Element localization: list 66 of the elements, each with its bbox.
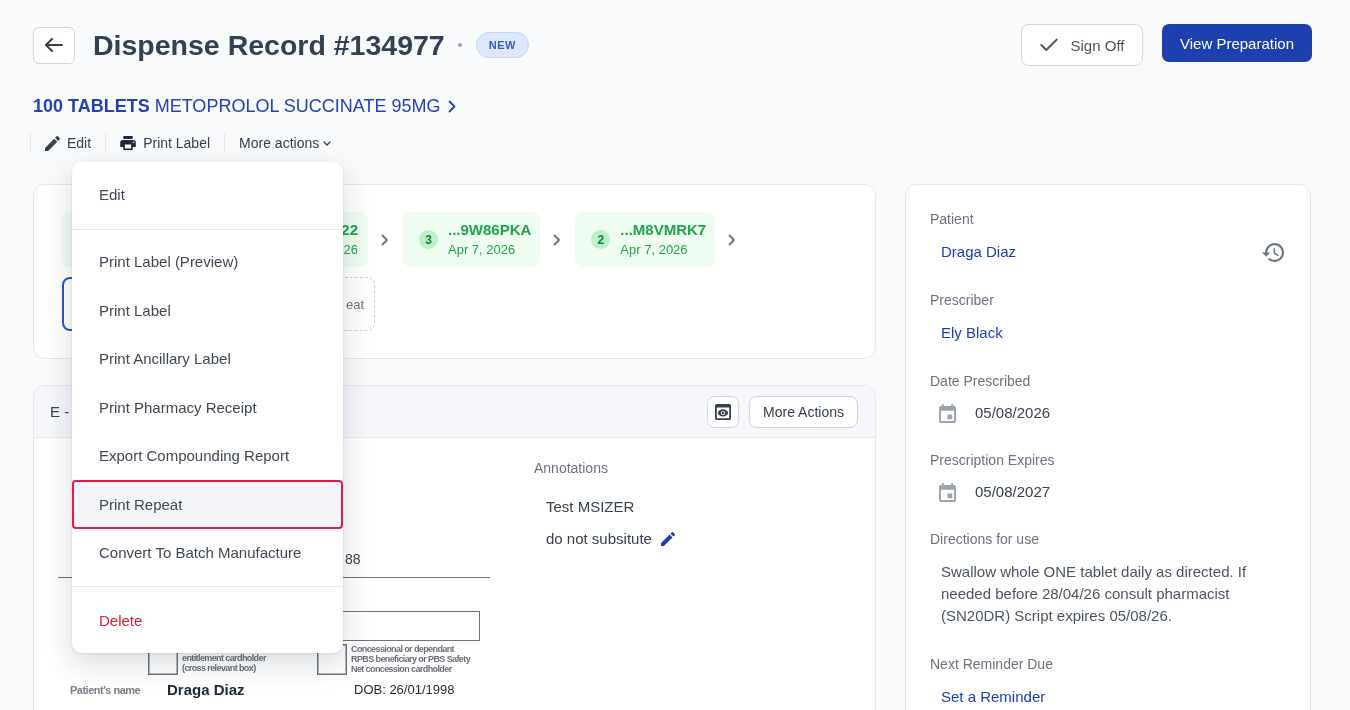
panel-title: E - xyxy=(50,403,70,420)
repeat-code: ...M8VMRK7 xyxy=(620,221,707,239)
arrow-left-icon xyxy=(45,38,63,52)
annotation-text: do not subsitute xyxy=(546,529,652,549)
detail-link[interactable]: Ely Black xyxy=(941,324,1003,341)
check-icon xyxy=(1039,38,1058,52)
printer-icon xyxy=(120,136,137,150)
step-number: 2 xyxy=(591,230,611,249)
menu-item[interactable]: Delete xyxy=(72,596,343,645)
annotations-heading: Annotations xyxy=(534,459,609,478)
chevron-right-icon xyxy=(448,99,457,113)
status-badge: NEW xyxy=(475,32,529,58)
more-actions-button[interactable]: More actions xyxy=(225,133,346,153)
field-label: Directions for use xyxy=(930,530,1040,549)
detail-date: 05/08/2026 xyxy=(975,403,1051,423)
repeat-step-card[interactable]: 2 ...M8VMRK7 Apr 7, 2026 xyxy=(575,212,716,267)
field-label: Prescriber xyxy=(930,291,995,310)
print-label-button[interactable]: Print Label xyxy=(106,133,225,153)
view-preparation-button[interactable]: View Preparation xyxy=(1162,24,1312,62)
menu-item[interactable]: Print Pharmacy Receipt xyxy=(72,383,343,432)
page-title: Dispense Record #134977 xyxy=(93,28,445,63)
repeat-date: 26 xyxy=(343,242,358,258)
field-label: Patient xyxy=(930,210,975,229)
field-label: Patient's name xyxy=(70,683,142,698)
sign-off-button[interactable]: Sign Off xyxy=(1021,24,1143,66)
more-actions-button[interactable]: More Actions xyxy=(749,395,858,428)
menu-item[interactable]: Print Label (Preview) xyxy=(72,237,343,286)
back-button[interactable] xyxy=(33,26,75,64)
checkbox-label: Concessional or dependant RPBS beneficiary or PBS Safety Net concession cardholder xyxy=(351,644,471,674)
eye-icon xyxy=(715,403,731,420)
repeat-date: Apr 7, 2026 xyxy=(620,242,689,258)
menu-item[interactable]: Convert To Batch Manufacture xyxy=(72,528,343,577)
calendar-icon xyxy=(939,482,956,502)
caret-icon xyxy=(323,140,332,146)
checkbox-label: entitlement cardholder (cross relevant box) xyxy=(182,653,268,673)
chevron-right-icon xyxy=(553,233,562,246)
field-label: Date Prescribed xyxy=(930,372,1032,391)
detail-date: 05/08/2027 xyxy=(975,482,1051,502)
step-number: 3 xyxy=(419,230,438,249)
pencil-icon xyxy=(45,135,60,151)
field-label: Prescription Expires xyxy=(930,451,1056,470)
chevron-right-icon xyxy=(381,233,389,246)
annotation-text: Test MSIZER xyxy=(546,497,635,517)
dot-icon xyxy=(457,43,462,47)
field-label: Next Reminder Due xyxy=(930,655,1054,674)
chevron-right-icon xyxy=(728,233,737,246)
dob-text: DOB: 26/01/1998 xyxy=(354,681,455,699)
menu-item[interactable]: Print Ancillary Label xyxy=(72,334,343,383)
menu-item[interactable]: Print Repeat xyxy=(72,480,343,529)
repeat-step-card[interactable]: 3 ...9W86PKA Apr 7, 2026 xyxy=(403,212,541,267)
repeat-code: ...9W86PKA xyxy=(448,221,532,239)
calendar-icon xyxy=(939,403,956,423)
detail-link[interactable]: Draga Diaz xyxy=(941,241,1017,263)
menu-item[interactable]: Print Label xyxy=(72,286,343,335)
detail-text: Swallow whole ONE tablet daily as directed. If needed before 28/04/26 consult pharmacist (SN20DR) Script expires 05/08/26. xyxy=(941,562,1248,626)
pencil-icon[interactable] xyxy=(660,532,675,546)
preview-button[interactable] xyxy=(707,395,739,428)
form-text: 88 xyxy=(345,550,361,568)
patient-name: Draga Diaz xyxy=(167,681,246,699)
repeat-date: Apr 7, 2026 xyxy=(448,242,517,258)
history-icon[interactable] xyxy=(1262,242,1284,262)
edit-button[interactable]: Edit xyxy=(31,133,106,153)
product-link[interactable]: 100 TABLETS METOPROLOL SUCCINATE 95MG xyxy=(33,95,457,117)
menu-item[interactable]: Edit xyxy=(72,170,343,219)
menu-item[interactable]: Export Compounding Report xyxy=(72,431,343,480)
detail-link[interactable]: Set a Reminder xyxy=(941,688,1046,705)
